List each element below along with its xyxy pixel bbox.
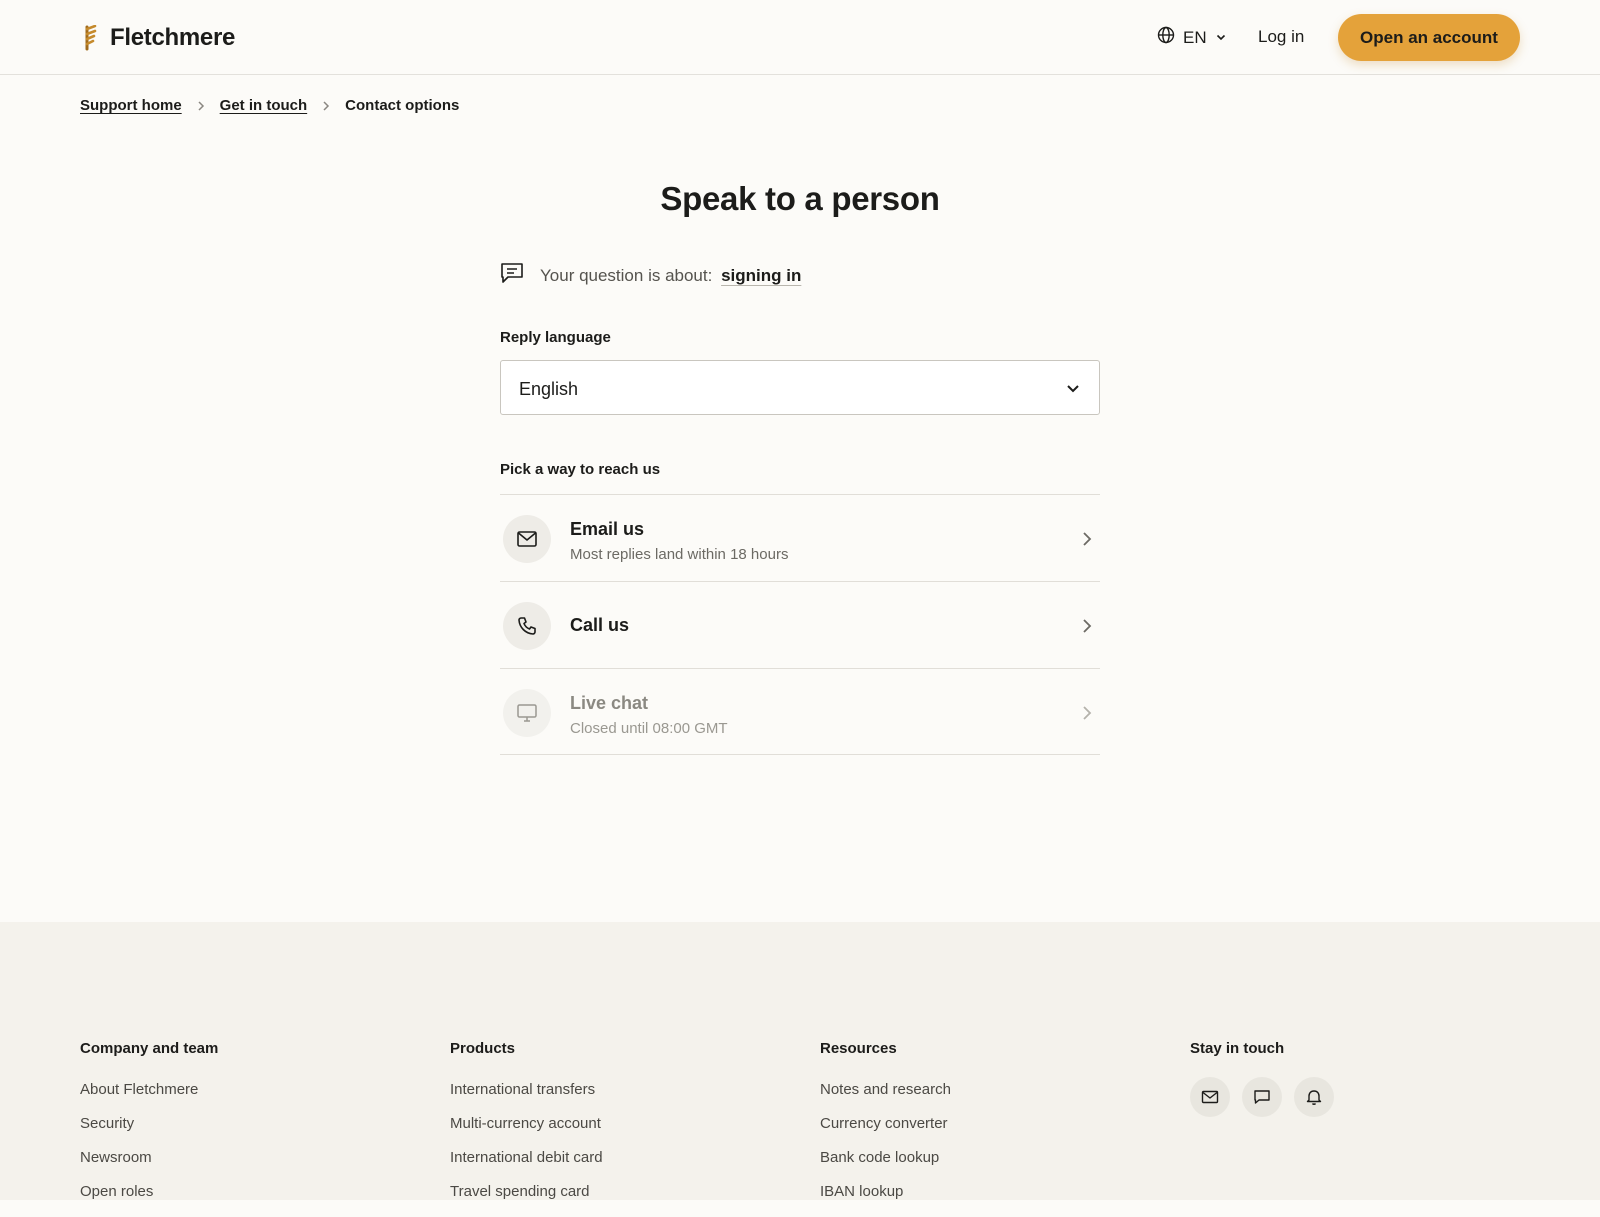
option-title: Call us	[570, 615, 630, 635]
footer-link[interactable]: Newsroom	[80, 1149, 218, 1166]
footer-link[interactable]: International debit card	[450, 1149, 603, 1166]
feather-logo-icon	[84, 25, 98, 51]
language-code: EN	[1183, 27, 1207, 47]
chevron-right-icon	[1080, 704, 1094, 727]
option-subtitle: Most replies land within 18 hours	[570, 546, 789, 563]
reply-language-select[interactable]: English	[500, 360, 1100, 415]
option-title: Email us	[570, 519, 645, 539]
footer-heading: Company and team	[80, 1040, 219, 1057]
chevron-right-icon	[1080, 617, 1094, 640]
login-link[interactable]: Log in	[1258, 27, 1304, 47]
footer-link[interactable]: International transfers	[450, 1081, 603, 1098]
reply-language-value: English	[519, 379, 579, 399]
chevron-down-icon	[1215, 28, 1227, 48]
footer-link[interactable]: Security	[80, 1115, 218, 1132]
option-subtitle: Closed until 08:00 GMT	[570, 720, 728, 737]
language-selector[interactable]: EN	[1157, 26, 1227, 49]
contact-option-live-chat[interactable]: Live chat Closed until 08:00 GMT	[500, 669, 1100, 755]
footer-column-products: Products International transfers Multi-c…	[450, 1040, 603, 1217]
bell-icon[interactable]	[1294, 1077, 1334, 1117]
site-header: Fletchmere EN Log in Open an account	[0, 0, 1600, 75]
chevron-right-icon	[1080, 530, 1094, 553]
footer-link[interactable]: Multi-currency account	[450, 1115, 603, 1132]
breadcrumb: Support home Get in touch Contact option…	[80, 97, 459, 114]
social-links	[1190, 1077, 1334, 1117]
topic-prefix: Your question is about:	[540, 265, 713, 285]
phone-icon	[503, 602, 551, 650]
contact-methods-heading: Pick a way to reach us	[500, 461, 661, 478]
option-title: Live chat	[570, 693, 649, 713]
chevron-right-icon	[321, 100, 331, 112]
brand-name: Fletchmere	[110, 24, 236, 51]
page-title: Speak to a person	[660, 180, 940, 217]
footer-link[interactable]: About Fletchmere	[80, 1081, 218, 1098]
envelope-icon	[503, 515, 551, 563]
brand-logo[interactable]: Fletchmere	[84, 22, 235, 54]
globe-icon	[1157, 26, 1175, 49]
site-footer: Company and team About Fletchmere Securi…	[0, 922, 1600, 1200]
monitor-icon	[503, 689, 551, 737]
chevron-right-icon	[196, 100, 206, 112]
footer-link[interactable]: Currency converter	[820, 1115, 951, 1132]
footer-link[interactable]: Bank code lookup	[820, 1149, 951, 1166]
footer-link[interactable]: IBAN lookup	[820, 1183, 951, 1200]
contact-options-list: Email us Most replies land within 18 hou…	[500, 494, 1100, 755]
footer-column-company: Company and team About Fletchmere Securi…	[80, 1040, 218, 1217]
footer-heading: Resources	[820, 1040, 897, 1057]
footer-heading: Products	[450, 1040, 516, 1057]
chevron-down-icon	[1065, 380, 1081, 401]
footer-column-stay-in-touch: Stay in touch	[1190, 1040, 1334, 1117]
footer-link[interactable]: Notes and research	[820, 1081, 951, 1098]
footer-link[interactable]: Open roles	[80, 1183, 218, 1200]
contact-option-call[interactable]: Call us	[500, 582, 1100, 669]
contact-option-email[interactable]: Email us Most replies land within 18 hou…	[500, 495, 1100, 582]
breadcrumb-get-in-touch[interactable]: Get in touch	[220, 97, 308, 114]
topic-value-link[interactable]: signing in	[721, 266, 801, 285]
question-topic: Your question is about: signing in	[500, 262, 801, 289]
chat-bubble-icon[interactable]	[1242, 1077, 1282, 1117]
message-icon	[500, 262, 524, 289]
footer-heading: Stay in touch	[1190, 1040, 1285, 1057]
footer-column-resources: Resources Notes and research Currency co…	[820, 1040, 951, 1217]
envelope-icon[interactable]	[1190, 1077, 1230, 1117]
footer-link[interactable]: Travel spending card	[450, 1183, 603, 1200]
open-account-button[interactable]: Open an account	[1338, 14, 1520, 61]
breadcrumb-current: Contact options	[345, 97, 460, 114]
breadcrumb-support-home[interactable]: Support home	[80, 97, 182, 114]
reply-language-label: Reply language	[500, 329, 611, 346]
